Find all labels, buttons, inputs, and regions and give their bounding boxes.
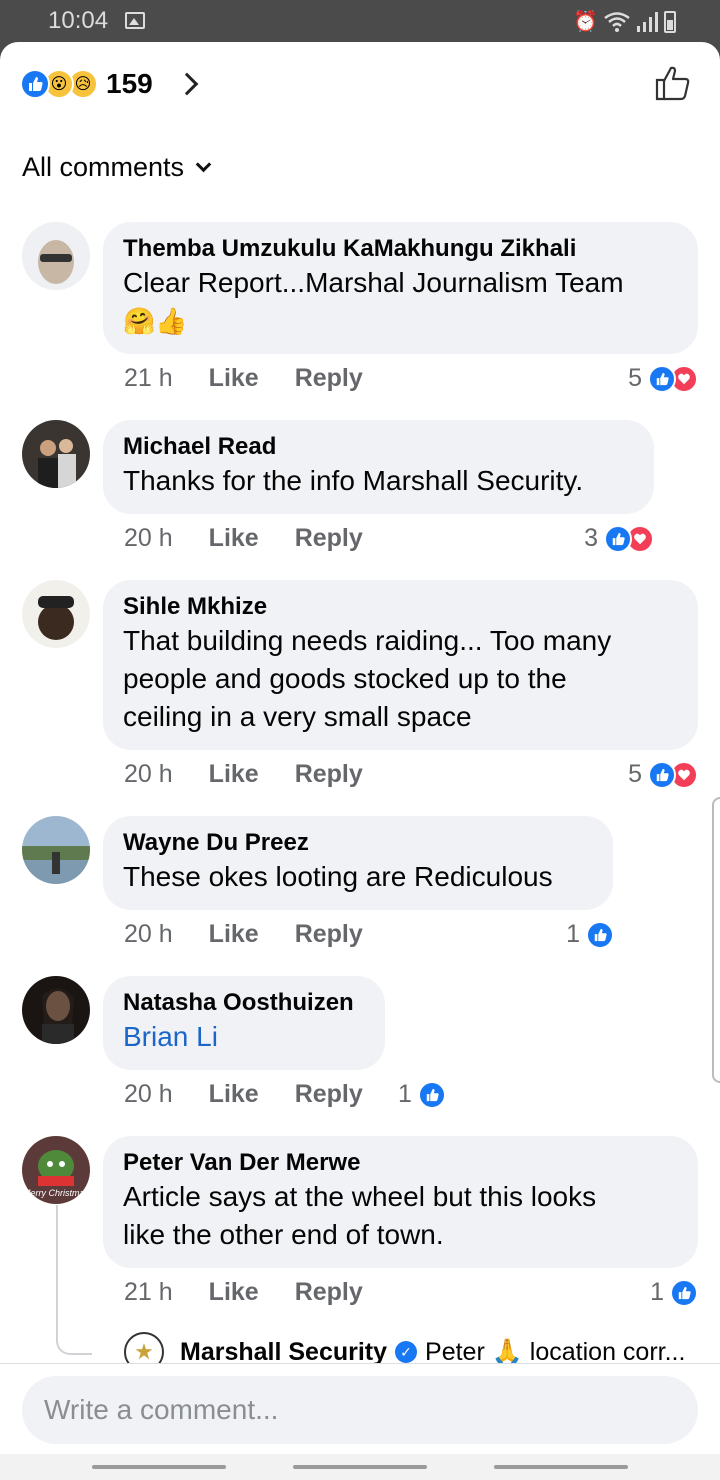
system-nav-bar <box>0 1454 720 1480</box>
comment-bubble[interactable]: Natasha Oosthuizen Brian Li <box>103 976 385 1070</box>
reply-button[interactable]: Reply <box>295 364 363 393</box>
comment-text-line: Article says at the wheel but this looks <box>123 1181 597 1212</box>
reply-button[interactable]: Reply <box>295 1278 363 1307</box>
comment-actions: 20 h Like Reply <box>124 760 363 789</box>
like-button[interactable]: Like <box>209 524 259 553</box>
comments-sheet: 😮 😥 159 All comments Themba Umzukulu KaM… <box>0 42 720 1480</box>
reaction-number: 1 <box>566 920 580 948</box>
comment-author[interactable]: Sihle Mkhize <box>123 592 678 622</box>
comment-reaction-count[interactable]: 5 <box>628 364 698 393</box>
comment-bubble[interactable]: Michael Read Thanks for the info Marshal… <box>103 420 654 514</box>
avatar[interactable] <box>22 222 90 290</box>
comment-text: These okes looting are Rediculous <box>123 861 553 892</box>
reaction-number: 5 <box>628 364 642 392</box>
comment-input[interactable] <box>44 1394 698 1426</box>
comment-time[interactable]: 20 h <box>124 760 173 789</box>
comment-text-line: ceiling in a very small space <box>123 701 472 732</box>
comment-time[interactable]: 21 h <box>124 1278 173 1307</box>
signal-icon <box>637 11 658 32</box>
comment-bubble[interactable]: Themba Umzukulu KaMakhungu Zikhali Clear… <box>103 222 698 354</box>
comment-sort-dropdown[interactable]: All comments <box>22 152 212 183</box>
sort-label: All comments <box>22 152 185 182</box>
avatar[interactable] <box>22 976 90 1044</box>
like-button[interactable]: Like <box>209 920 259 949</box>
reply-button[interactable]: Reply <box>295 920 363 949</box>
nav-home-button[interactable] <box>293 1465 427 1469</box>
reaction-number: 1 <box>398 1080 412 1108</box>
scrollbar[interactable] <box>712 797 720 1083</box>
status-icons: ⏰ <box>573 9 676 34</box>
comment-actions: 21 h Like Reply <box>124 364 363 393</box>
chevron-down-icon <box>195 156 212 173</box>
comment-text: Thanks for the info Marshall Security. <box>123 465 584 496</box>
comment-actions: 20 h Like Reply <box>124 1080 363 1109</box>
mention-link[interactable]: Brian Li <box>123 1018 365 1056</box>
comment-actions: 20 h Like Reply <box>124 524 363 553</box>
avatar[interactable] <box>22 580 90 648</box>
comment-reaction-count[interactable]: 1 <box>398 1080 446 1109</box>
comment-time[interactable]: 20 h <box>124 524 173 553</box>
comment-composer[interactable] <box>22 1376 698 1444</box>
comment-emoji: 🤗👍 <box>123 306 188 336</box>
avatar[interactable] <box>22 420 90 488</box>
like-button[interactable]: Like <box>209 760 259 789</box>
like-reaction-icon <box>648 760 676 789</box>
nav-recents-button[interactable] <box>92 1465 226 1469</box>
comment-text-line: like the other end of town. <box>123 1219 444 1250</box>
comment-text-line: people and goods stocked up to the <box>123 663 567 694</box>
avatar[interactable]: Merry Christmas <box>22 1136 90 1204</box>
like-button[interactable]: Like <box>209 1080 259 1109</box>
reactions-summary[interactable]: 😮 😥 159 <box>20 64 199 104</box>
reply-button[interactable]: Reply <box>295 760 363 789</box>
like-reaction-icon <box>670 1278 698 1307</box>
like-post-icon[interactable] <box>654 64 692 102</box>
comment-author[interactable]: Natasha Oosthuizen <box>123 988 365 1018</box>
comment-time[interactable]: 20 h <box>124 920 173 949</box>
like-button[interactable]: Like <box>209 1278 259 1307</box>
nav-back-button[interactable] <box>494 1465 628 1469</box>
like-reaction-icon <box>20 69 50 99</box>
reaction-count: 159 <box>106 68 153 99</box>
like-reaction-icon <box>648 364 676 393</box>
reaction-number: 5 <box>628 760 642 788</box>
like-reaction-icon <box>586 920 614 949</box>
gallery-notification-icon <box>125 12 145 29</box>
comment-author[interactable]: Peter Van Der Merwe <box>123 1148 678 1178</box>
comment-bubble[interactable]: Sihle Mkhize That building needs raiding… <box>103 580 698 750</box>
comment-reaction-count[interactable]: 1 <box>650 1278 698 1307</box>
comment-bubble[interactable]: Wayne Du Preez These okes looting are Re… <box>103 816 613 910</box>
status-bar: 10:04 ⏰ <box>0 0 720 42</box>
comment-author[interactable]: Wayne Du Preez <box>123 828 593 858</box>
reply-thread-line <box>56 1205 92 1355</box>
wifi-icon <box>604 11 630 32</box>
chevron-right-icon <box>175 72 199 96</box>
reply-button[interactable]: Reply <box>295 1080 363 1109</box>
comment-bubble[interactable]: Peter Van Der Merwe Article says at the … <box>103 1136 698 1268</box>
comment-actions: 21 h Like Reply <box>124 1278 363 1307</box>
like-reaction-icon <box>417 1080 446 1109</box>
like-button[interactable]: Like <box>209 364 259 393</box>
comment-text-line: That building needs raiding... Too many <box>123 625 612 656</box>
alarm-icon: ⏰ <box>573 11 598 33</box>
comment-time[interactable]: 20 h <box>124 1080 173 1109</box>
like-reaction-icon <box>604 524 632 553</box>
reaction-number: 3 <box>584 524 598 552</box>
verified-badge-icon: ✓ <box>395 1341 418 1363</box>
comment-time[interactable]: 21 h <box>124 364 173 393</box>
comment-author[interactable]: Themba Umzukulu KaMakhungu Zikhali <box>123 234 678 264</box>
status-time: 10:04 <box>48 7 109 34</box>
comment-reaction-count[interactable]: 1 <box>566 920 614 949</box>
comment-author[interactable]: Michael Read <box>123 432 634 462</box>
comment-reaction-count[interactable]: 5 <box>628 760 698 789</box>
comment-actions: 20 h Like Reply <box>124 920 363 949</box>
avatar-caption: Merry Christmas <box>22 1188 89 1198</box>
reply-button[interactable]: Reply <box>295 524 363 553</box>
comment-reaction-count[interactable]: 3 <box>584 524 654 553</box>
reaction-number: 1 <box>650 1278 664 1306</box>
avatar[interactable] <box>22 816 90 884</box>
battery-icon <box>664 10 676 33</box>
comment-text: Clear Report...Marshal Journalism Team <box>123 267 624 298</box>
